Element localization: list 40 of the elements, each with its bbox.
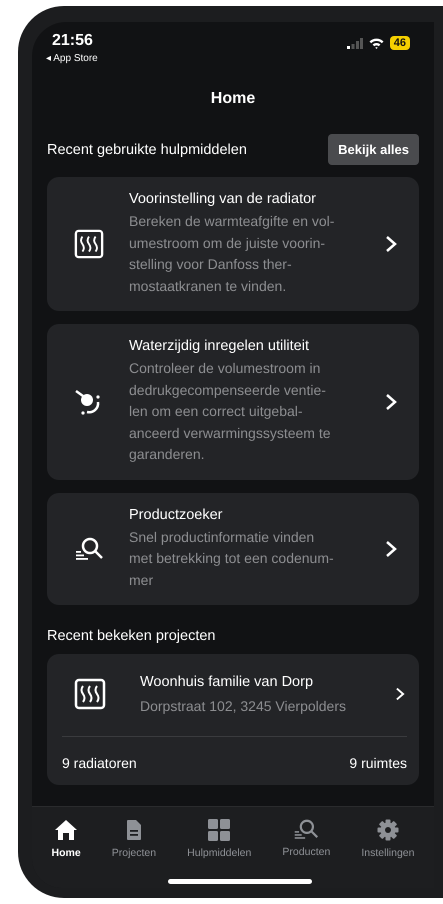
tab-item[interactable]: Producten bbox=[280, 815, 332, 888]
grid-icon bbox=[208, 819, 230, 841]
tool-description: Snel productinformatie vinden met betrekking tot een codenum- mer bbox=[129, 528, 335, 590]
project-address: Dorpstraat 102, 3245 Vierpolders bbox=[140, 698, 347, 714]
radiator-count: 9 radiatoren bbox=[62, 755, 137, 771]
project-card[interactable]: Woonhuis familie van Dorp Dorpstraat 102, 3245 Vierpolders 9 radiatoren 9 ruimtes bbox=[47, 654, 419, 785]
tool-title: Waterzijdig inregelen utiliteit bbox=[129, 338, 310, 354]
room-count: 9 ruimtes bbox=[349, 755, 407, 771]
home-icon bbox=[54, 819, 78, 841]
search-icon bbox=[74, 536, 104, 561]
document-icon bbox=[126, 819, 142, 841]
chevron-right-icon bbox=[385, 235, 397, 253]
back-link[interactable]: ◂ App Store bbox=[46, 53, 98, 64]
chevron-right-icon bbox=[385, 392, 397, 411]
wifi-icon bbox=[368, 38, 384, 48]
tool-description: Controleer de volumestroom in dedrukgecompenseerde ventie- len om een correct uitgebal- anceerd verwarmingssysteem te garanderen. bbox=[129, 359, 332, 464]
tool-card[interactable]: Voorinstelling van de radiator Bereken de warmteafgifte en vol- umestroom om de juiste voorin- stelling voor Danfoss ther- mostaatkranen te vinden. bbox=[47, 177, 419, 311]
tool-description: Bereken de warmteafgifte en vol- umestroom om de juiste voorin- stelling voor Danfoss ther- mostaatkranen te vinden. bbox=[129, 212, 336, 296]
settings-icon bbox=[376, 819, 399, 841]
project-title: Woonhuis familie van Dorp bbox=[140, 674, 314, 690]
signal-icon bbox=[346, 38, 363, 48]
radiator-icon bbox=[74, 228, 104, 260]
chevron-right-icon bbox=[385, 540, 397, 558]
tool-title: Productzoeker bbox=[129, 506, 224, 522]
chevron-right-icon bbox=[395, 687, 405, 701]
view-all-button[interactable]: Bekijk alles bbox=[328, 134, 419, 165]
battery-indicator: 46 bbox=[390, 36, 410, 50]
tool-card[interactable]: Waterzijdig inregelen utiliteit Controleer de volumestroom in dedrukgecompenseerde ventie- len om een correct uitgebal- anceerd verwarmingssysteem te garanderen. bbox=[47, 324, 419, 480]
radiator-icon bbox=[74, 678, 106, 710]
search-icon bbox=[293, 819, 320, 840]
tab-item[interactable]: Projecten bbox=[110, 815, 158, 888]
section-title: Recent gebruikte hulpmiddelen bbox=[47, 142, 247, 158]
status-time: 21:56 bbox=[51, 32, 93, 50]
section-title: Recent bekeken projecten bbox=[47, 628, 216, 644]
page-title: Home bbox=[210, 90, 256, 108]
tab-item[interactable]: Home bbox=[50, 815, 83, 888]
tab-item[interactable]: Instellingen bbox=[359, 815, 416, 888]
tool-card[interactable]: Productzoeker Snel productinformatie vinden met betrekking tot een codenum- mer bbox=[47, 492, 419, 605]
tool-title: Voorinstelling van de radiator bbox=[129, 191, 318, 207]
tab-item[interactable]: Hulpmiddelen bbox=[185, 815, 254, 888]
